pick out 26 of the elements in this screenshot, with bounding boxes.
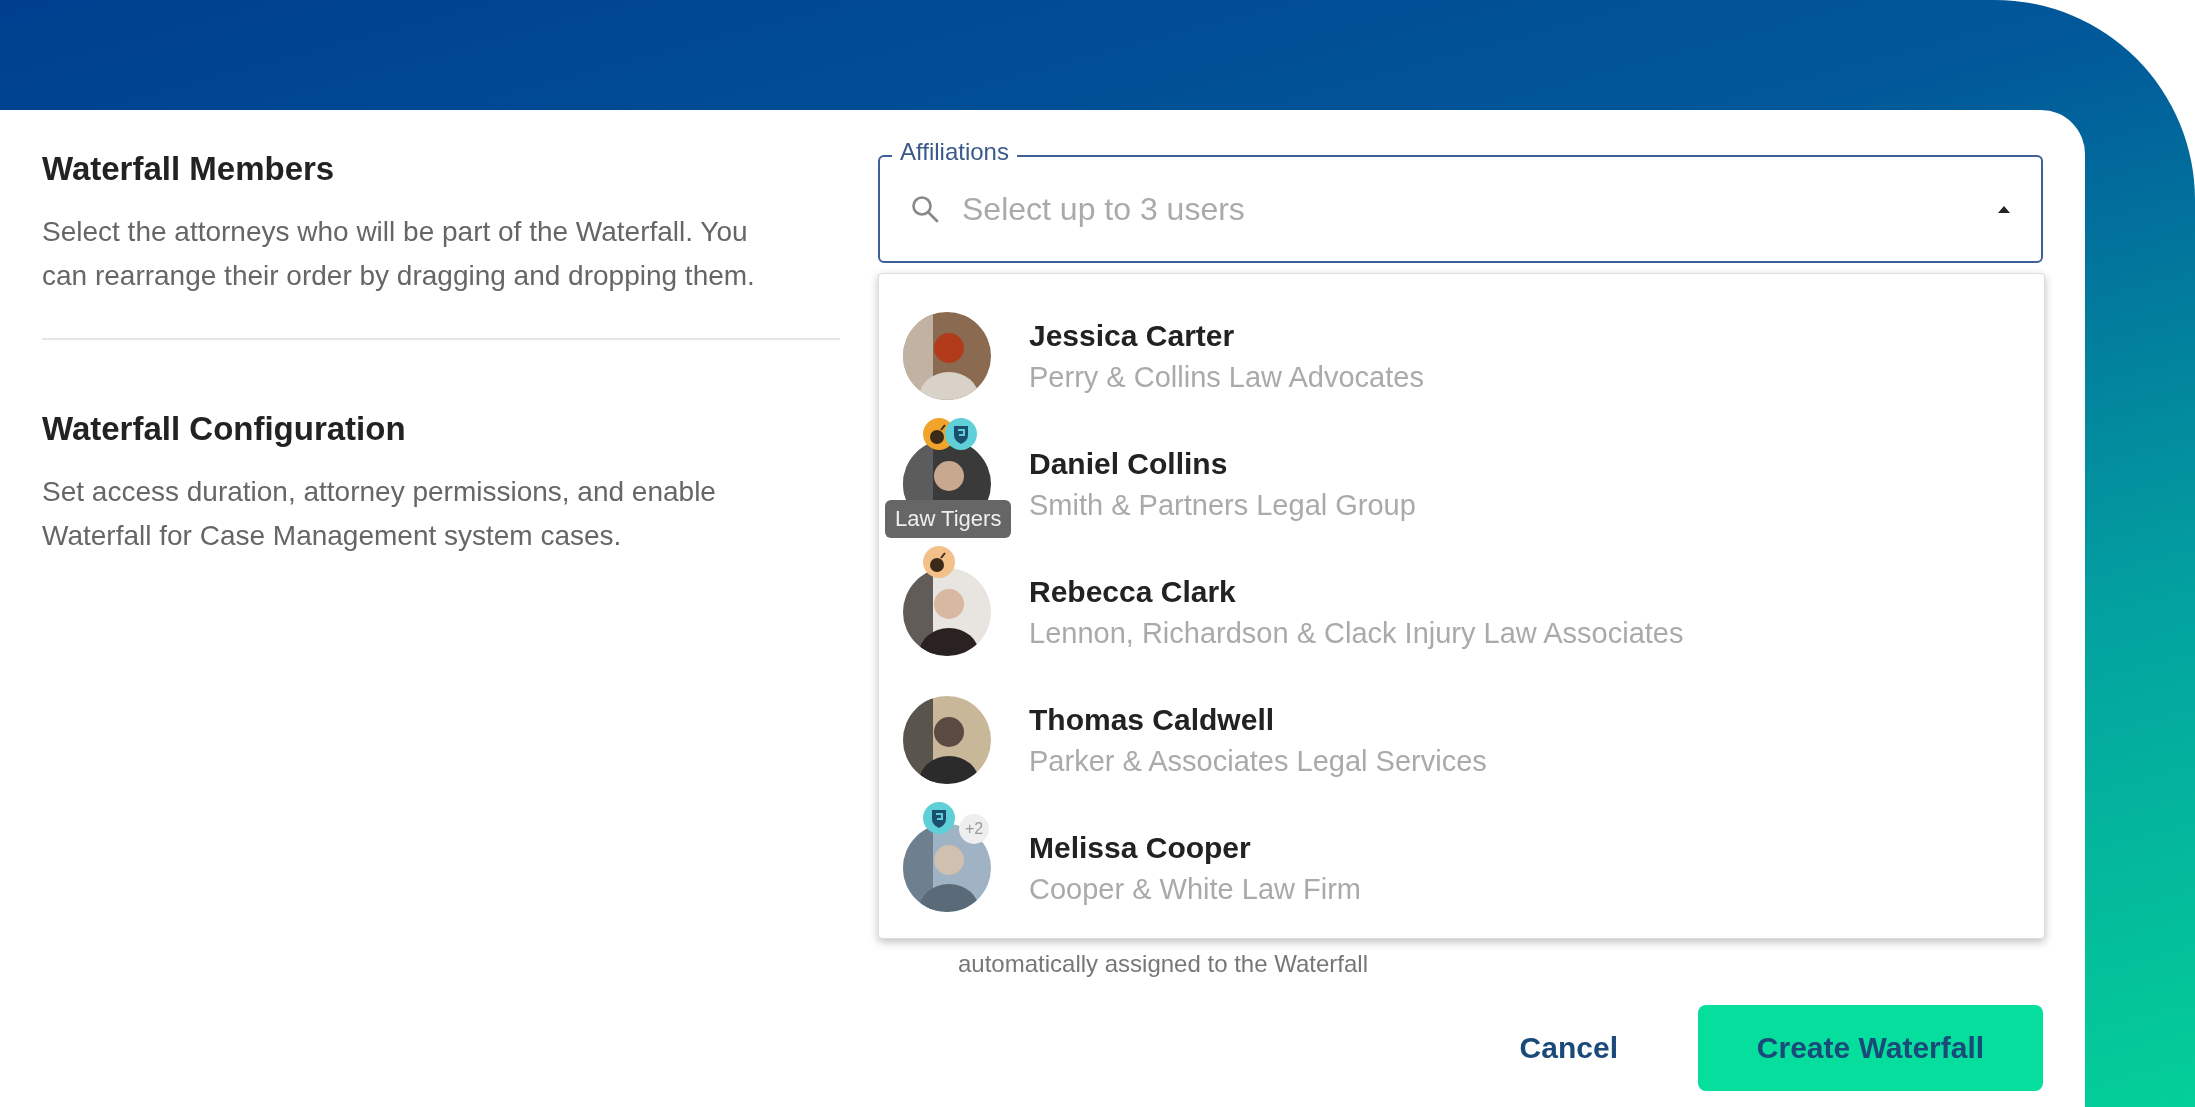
search-icon — [910, 194, 940, 224]
section-title: Waterfall Members — [42, 150, 336, 188]
firm-name: Lennon, Richardson & Clack Injury Law Associates — [1029, 616, 1684, 650]
section-description: Select the attorneys who will be part of the Waterfall. You can rearrange their order by dragging and dropping them. — [42, 215, 756, 293]
create-button[interactable]: Create Waterfall — [1698, 1005, 2043, 1091]
user-option[interactable]: Jessica Carter Perry & Collins Law Advocates — [879, 292, 2044, 420]
tooltip: Law Tigers — [885, 500, 1012, 538]
user-option[interactable]: Rebecca Clark Lennon, Richardson & Clack Injury Law Associates — [879, 548, 2044, 676]
hint-text: automatically assigned to the Waterfall — [958, 950, 1368, 978]
firm-name: Perry & Collins Law Advocates — [1029, 360, 1424, 394]
firm-name: Cooper & White Law Firm — [1029, 872, 1361, 906]
cancel-button[interactable]: Cancel — [1499, 1021, 1638, 1075]
firm-name: Parker & Associates Legal Services — [1029, 744, 1487, 778]
caret-icon — [1997, 204, 2011, 214]
section-description: Set access duration, attorney permissions, and enable Waterfall for Case Management system cases. — [42, 475, 717, 553]
user-name: Melissa Cooper — [1029, 830, 1252, 865]
user-option[interactable]: Law Tigers Daniel Collins Smith & Partners Legal Group — [879, 420, 2044, 548]
user-option[interactable]: Thomas Caldwell Parker & Associates Legal Services — [879, 676, 2044, 804]
firm-name: Smith & Partners Legal Group — [1029, 488, 1416, 522]
user-name: Jessica Carter — [1029, 318, 1236, 353]
user-name: Rebecca Clark — [1029, 574, 1237, 609]
user-option[interactable]: +2 Melissa Cooper Cooper & White Law Firm — [879, 804, 2044, 932]
section-title: Waterfall Configuration — [42, 410, 407, 448]
user-name: Thomas Caldwell — [1029, 702, 1276, 737]
user-name: Daniel Collins — [1029, 446, 1229, 481]
count-badge: +2 — [959, 814, 989, 844]
